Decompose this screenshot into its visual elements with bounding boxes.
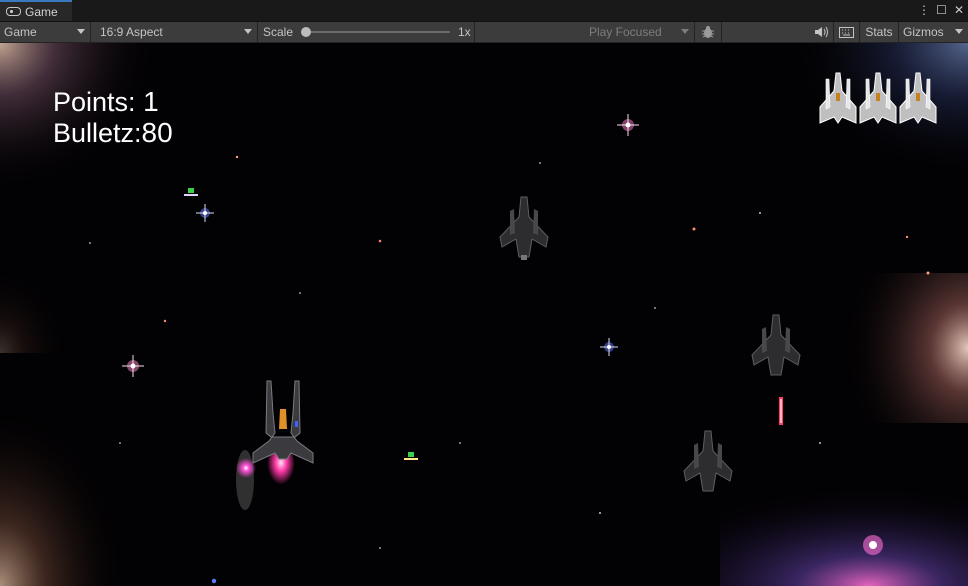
scale-slider-handle[interactable] xyxy=(301,27,311,37)
scale-label: Scale xyxy=(263,25,294,39)
points-counter: Points: 1 xyxy=(53,86,159,117)
bullets-label: Bulletz: xyxy=(53,118,142,148)
points-value: 1 xyxy=(143,86,159,117)
game-tab-label: Game xyxy=(25,4,58,19)
scale-value: 1x xyxy=(458,25,471,39)
aspect-dropdown[interactable]: 16:9 Aspect xyxy=(96,22,258,42)
gamepad-icon xyxy=(6,7,21,16)
chevron-down-icon xyxy=(681,29,689,34)
play-mode-label: Play Focused xyxy=(589,25,662,39)
close-icon[interactable]: ✕ xyxy=(954,2,964,18)
window-controls: ⋮ ☐ ✕ xyxy=(918,2,964,18)
play-mode-dropdown[interactable]: Play Focused xyxy=(585,22,695,42)
stats-button[interactable]: Stats xyxy=(860,22,899,42)
shortcuts-toggle[interactable] xyxy=(834,22,860,42)
display-dropdown-label: Game xyxy=(4,25,37,39)
game-tab[interactable]: Game xyxy=(0,0,72,21)
lives-indicator xyxy=(819,72,937,124)
game-viewport[interactable]: Points: 1 Bulletz:80 xyxy=(0,43,968,586)
chevron-down-icon xyxy=(955,29,963,34)
bug-icon xyxy=(702,26,714,38)
editor-tab-bar: Game ⋮ ☐ ✕ xyxy=(0,0,968,22)
bug-toggle[interactable] xyxy=(695,22,722,42)
bullets-value: 80 xyxy=(141,117,173,148)
maximize-icon[interactable]: ☐ xyxy=(936,2,947,18)
more-menu-icon[interactable]: ⋮ xyxy=(918,2,930,18)
chevron-down-icon xyxy=(244,29,252,34)
gizmos-dropdown[interactable]: Gizmos xyxy=(899,22,968,42)
points-label: Points: xyxy=(53,87,136,117)
stats-label: Stats xyxy=(865,25,893,39)
speaker-icon xyxy=(814,26,828,38)
chevron-down-icon xyxy=(77,29,85,34)
gizmos-label: Gizmos xyxy=(903,25,944,39)
scale-slider-track[interactable] xyxy=(306,31,450,33)
display-dropdown[interactable]: Game xyxy=(0,22,91,42)
keyboard-icon xyxy=(839,26,854,38)
bullets-counter: Bulletz:80 xyxy=(53,117,173,148)
game-view-toolbar: Game 16:9 Aspect Scale 1x Play Focused S… xyxy=(0,22,968,43)
aspect-dropdown-label: 16:9 Aspect xyxy=(100,25,163,39)
mute-audio-toggle[interactable] xyxy=(808,22,834,42)
